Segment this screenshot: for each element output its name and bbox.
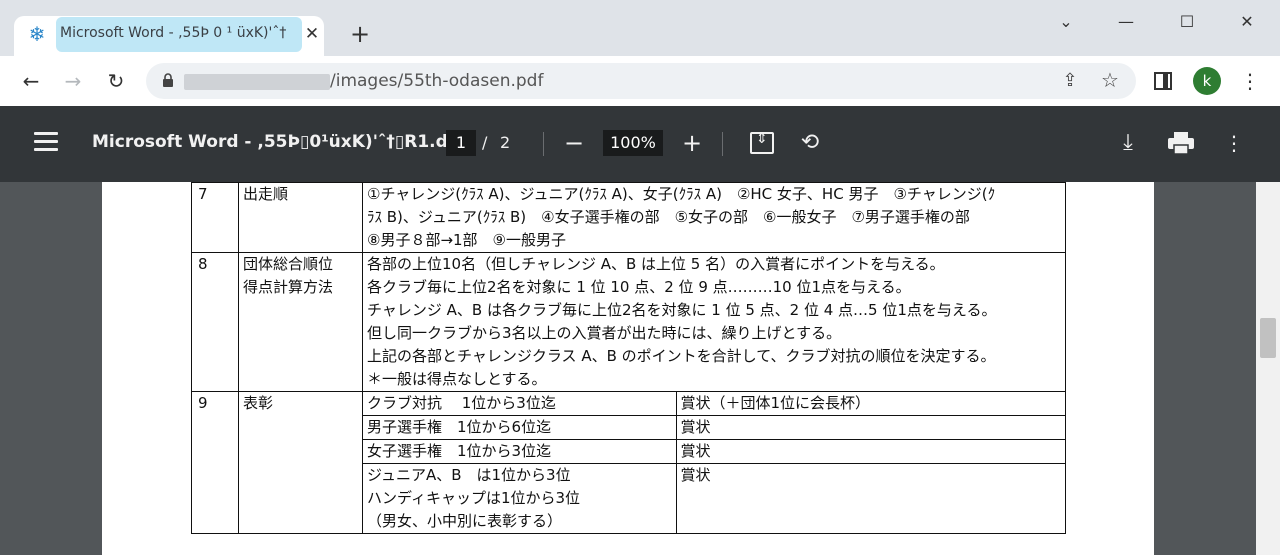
row-body: 各部の上位10名（但しチャレンジ A、B は上位 5 名）の入賞者にポイントを与… xyxy=(362,252,1066,392)
body-line: 各部の上位10名（但しチャレンジ A、B は上位 5 名）の入賞者にポイントを与… xyxy=(367,255,945,273)
body-line: ①チャレンジ(ｸﾗｽ A)、ジュニア(ｸﾗｽ A)、女子(ｸﾗｽ A) ②HC … xyxy=(367,185,996,203)
pdf-toolbar: Microsoft Word - ,55Þ▯0¹üxK)'ˆ†▯R1.d... … xyxy=(0,106,1280,182)
award-row: ジュニアA、B は1位から3位 ハンディキャップは1位から3位 （男女、小中別に… xyxy=(363,463,1065,533)
browser-toolbar: ← → ↻ /images/55th-odasen.pdf ⇪ ☆ k ⋮ xyxy=(0,56,1280,106)
award-prize: 賞状 xyxy=(676,415,1065,440)
table-row: 9 表彰 クラブ対抗 1位から3位迄 賞状（＋団体1位に会長杯） 男子選手権 1… xyxy=(191,391,1066,534)
row-item: 表彰 xyxy=(238,391,363,534)
row-number: 9 xyxy=(191,391,239,534)
body-line: 但し同一クラブから3名以上の入賞者が出た時には、繰り上げとする。 xyxy=(367,324,842,342)
tab-title: Microsoft Word - ,55Þ 0 ¹ üxK)'ˆ† xyxy=(60,25,287,41)
item-line: 得点計算方法 xyxy=(243,278,334,296)
award-category: クラブ対抗 1位から3位迄 xyxy=(363,392,677,416)
forward-arrow-icon[interactable]: → xyxy=(59,67,87,95)
body-line: 各クラブ毎に上位2名を対象に 1 位 10 点、2 位 9 点………10 位1点… xyxy=(367,278,911,296)
award-category-line: （男女、小中別に表彰する） xyxy=(367,512,563,530)
rotate-icon[interactable]: ⟲ xyxy=(797,130,823,156)
lock-icon xyxy=(163,73,173,87)
award-prize: 賞状 xyxy=(676,439,1065,464)
awards-cell: クラブ対抗 1位から3位迄 賞状（＋団体1位に会長杯） 男子選手権 1位から6位… xyxy=(362,391,1066,534)
table-row: 7 出走順 ①チャレンジ(ｸﾗｽ A)、ジュニア(ｸﾗｽ A)、女子(ｸﾗｽ A… xyxy=(191,182,1066,253)
row-body: ①チャレンジ(ｸﾗｽ A)、ジュニア(ｸﾗｽ A)、女子(ｸﾗｽ A) ②HC … xyxy=(362,182,1066,253)
scrollbar-track[interactable] xyxy=(1256,182,1280,555)
pdf-more-actions-icon[interactable]: ⋮ xyxy=(1222,130,1246,156)
zoom-out-icon[interactable]: − xyxy=(562,128,586,158)
page-number-input[interactable]: 1 xyxy=(446,130,476,156)
award-category: 男子選手権 1位から6位迄 xyxy=(363,415,677,440)
address-bar[interactable]: /images/55th-odasen.pdf ⇪ ☆ xyxy=(146,63,1136,99)
print-icon[interactable] xyxy=(1168,132,1194,154)
pdf-document-title: Microsoft Word - ,55Þ▯0¹üxK)'ˆ†▯R1.d... xyxy=(92,132,468,152)
item-line: 団体総合順位 xyxy=(243,255,334,273)
hamburger-menu-icon[interactable] xyxy=(34,132,58,154)
browser-menu-icon[interactable]: ⋮ xyxy=(1238,67,1262,95)
pdf-viewer-area[interactable]: 7 出走順 ①チャレンジ(ｸﾗｽ A)、ジュニア(ｸﾗｽ A)、女子(ｸﾗｽ A… xyxy=(0,182,1280,555)
event-rules-table: 7 出走順 ①チャレンジ(ｸﾗｽ A)、ジュニア(ｸﾗｽ A)、女子(ｸﾗｽ A… xyxy=(191,182,1066,534)
share-icon[interactable]: ⇪ xyxy=(1058,69,1082,93)
close-tab-icon[interactable]: ✕ xyxy=(302,24,322,44)
page-separator: / xyxy=(482,133,488,152)
divider xyxy=(722,132,723,156)
award-prize: 賞状（＋団体1位に会長杯） xyxy=(676,392,1065,416)
maximize-button[interactable]: ☐ xyxy=(1172,8,1202,36)
bookmark-star-icon[interactable]: ☆ xyxy=(1098,68,1122,92)
row-item: 出走順 xyxy=(238,182,363,253)
fit-to-page-icon[interactable] xyxy=(750,131,774,154)
row-item: 団体総合順位 得点計算方法 xyxy=(238,252,363,392)
snowflake-favicon-icon: ❄ xyxy=(28,22,46,46)
profile-avatar[interactable]: k xyxy=(1193,67,1221,95)
pdf-page: 7 出走順 ①チャレンジ(ｸﾗｽ A)、ジュニア(ｸﾗｽ A)、女子(ｸﾗｽ A… xyxy=(102,182,1154,555)
award-row: 女子選手権 1位から3位迄 賞状 xyxy=(363,439,1065,464)
url-text: /images/55th-odasen.pdf xyxy=(330,71,544,91)
awards-table: クラブ対抗 1位から3位迄 賞状（＋団体1位に会長杯） 男子選手権 1位から6位… xyxy=(363,392,1065,533)
body-line: ＊一般は得点なしとする。 xyxy=(367,370,547,388)
active-tab[interactable]: ❄ Microsoft Word - ,55Þ 0 ¹ üxK)'ˆ† ✕ xyxy=(14,16,324,56)
tab-search-icon[interactable]: ⌄ xyxy=(1051,8,1081,36)
reload-icon[interactable]: ↻ xyxy=(102,67,130,95)
row-number: 7 xyxy=(191,182,239,253)
award-category: 女子選手権 1位から3位迄 xyxy=(363,439,677,464)
browser-window: ❄ Microsoft Word - ,55Þ 0 ¹ üxK)'ˆ† ✕ + … xyxy=(0,0,1280,555)
total-pages: 2 xyxy=(500,133,511,152)
new-tab-button[interactable]: + xyxy=(346,20,374,48)
close-window-button[interactable]: ✕ xyxy=(1232,8,1262,36)
body-line: ⑧男子８部→1部 ⑨一般男子 xyxy=(367,231,567,249)
award-category-line: ジュニアA、B は1位から3位 xyxy=(367,466,571,484)
redacted-domain xyxy=(184,74,330,90)
table-row: 8 団体総合順位 得点計算方法 各部の上位10名（但しチャレンジ A、B は上位… xyxy=(191,252,1066,392)
row-number: 8 xyxy=(191,252,239,392)
body-line: 上記の各部とチャレンジクラス A、B のポイントを合計して、クラブ対抗の順位を決… xyxy=(367,347,996,365)
award-row: 男子選手権 1位から6位迄 賞状 xyxy=(363,415,1065,440)
award-category-line: ハンディキャップは1位から3位 xyxy=(367,489,581,507)
divider xyxy=(543,132,544,156)
zoom-level-input[interactable]: 100% xyxy=(603,130,663,156)
zoom-in-icon[interactable]: + xyxy=(680,128,704,158)
award-row: クラブ対抗 1位から3位迄 賞状（＋団体1位に会長杯） xyxy=(363,392,1065,416)
award-category: ジュニアA、B は1位から3位 ハンディキャップは1位から3位 （男女、小中別に… xyxy=(363,463,677,533)
award-prize: 賞状 xyxy=(680,466,711,484)
body-line: チャレンジ A、B は各クラブ毎に上位2名を対象に 1 位 5 点、2 位 4 … xyxy=(367,301,997,319)
tab-strip: ❄ Microsoft Word - ,55Þ 0 ¹ üxK)'ˆ† ✕ + … xyxy=(0,0,1280,56)
download-icon[interactable]: ⤓ xyxy=(1116,130,1140,156)
minimize-button[interactable]: — xyxy=(1111,8,1141,36)
scrollbar-thumb[interactable] xyxy=(1260,318,1276,358)
side-panel-icon[interactable] xyxy=(1154,72,1172,90)
back-arrow-icon[interactable]: ← xyxy=(17,67,45,95)
body-line: ﾗｽ B)、ジュニア(ｸﾗｽ B) ④女子選手権の部 ⑤女子の部 ⑥一般女子 ⑦… xyxy=(367,208,970,226)
